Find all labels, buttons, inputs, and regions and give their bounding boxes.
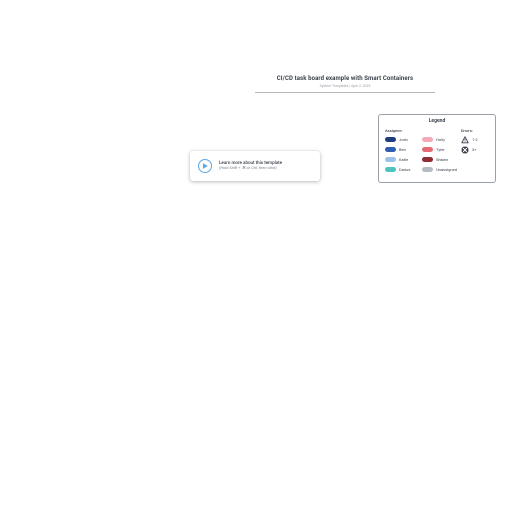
assignee-chip bbox=[422, 147, 433, 152]
play-icon bbox=[198, 159, 212, 173]
legend-assignee-row: Katie bbox=[385, 156, 418, 163]
legend-errors-heading: Errors: bbox=[461, 128, 489, 133]
assignee-label: Unassigned bbox=[436, 167, 457, 172]
legend-assignee-col2: Holly Tyler Shawn Unassigned bbox=[422, 128, 457, 176]
legend-assignee-heading: Assignee: bbox=[385, 128, 418, 133]
assignee-label: Ben bbox=[399, 147, 406, 152]
warning-icon bbox=[461, 136, 469, 144]
legend-assignee-row: Ben bbox=[385, 146, 418, 153]
assignee-label: Shawn bbox=[436, 157, 448, 162]
assignee-chip bbox=[385, 147, 396, 152]
assignee-label: Holly bbox=[436, 137, 445, 142]
legend-assignee-row: Darius bbox=[385, 166, 418, 173]
legend-assignee-row: Josh bbox=[385, 136, 418, 143]
assignee-chip bbox=[422, 167, 433, 172]
assignee-label: Josh bbox=[399, 137, 408, 142]
diagram-subtitle: System Templates | April 2, 2025 bbox=[255, 84, 435, 88]
assignee-label: Tyler bbox=[436, 147, 445, 152]
assignee-chip bbox=[385, 167, 396, 172]
legend-error-row: 1-2 bbox=[461, 136, 489, 143]
assignee-label: Darius bbox=[399, 167, 410, 172]
legend-title: Legend bbox=[385, 118, 489, 124]
legend-errors-col: Errors: 1-2 bbox=[461, 128, 489, 176]
legend-assignee-col1: Assignee: Josh Ben Katie Darius bbox=[385, 128, 418, 176]
legend-assignee-row: Unassigned bbox=[422, 166, 457, 173]
assignee-chip bbox=[422, 137, 433, 142]
assignee-label: Katie bbox=[399, 157, 408, 162]
legend-assignee-row: Shawn bbox=[422, 156, 457, 163]
legend-assignee-row: Tyler bbox=[422, 146, 457, 153]
legend-panel: Legend Assignee: Josh Ben Katie bbox=[378, 114, 496, 183]
learn-more-callout[interactable]: Learn more about this template (Hold Shi… bbox=[190, 151, 320, 181]
diagram-title-block: CI/CD task board example with Smart Cont… bbox=[255, 75, 435, 93]
diagram-title: CI/CD task board example with Smart Cont… bbox=[255, 75, 435, 82]
learn-more-line2: (Hold Shift + ⌘ or Ctrl, then click) bbox=[219, 166, 282, 171]
assignee-chip bbox=[385, 157, 396, 162]
learn-more-text: Learn more about this template (Hold Shi… bbox=[219, 161, 282, 171]
stop-icon bbox=[461, 146, 469, 154]
legend-error-row: 3+ bbox=[461, 146, 489, 153]
legend-assignee-row: Holly bbox=[422, 136, 457, 143]
error-label: 3+ bbox=[472, 147, 477, 152]
assignee-chip bbox=[385, 137, 396, 142]
assignee-chip bbox=[422, 157, 433, 162]
error-label: 1-2 bbox=[472, 137, 478, 142]
